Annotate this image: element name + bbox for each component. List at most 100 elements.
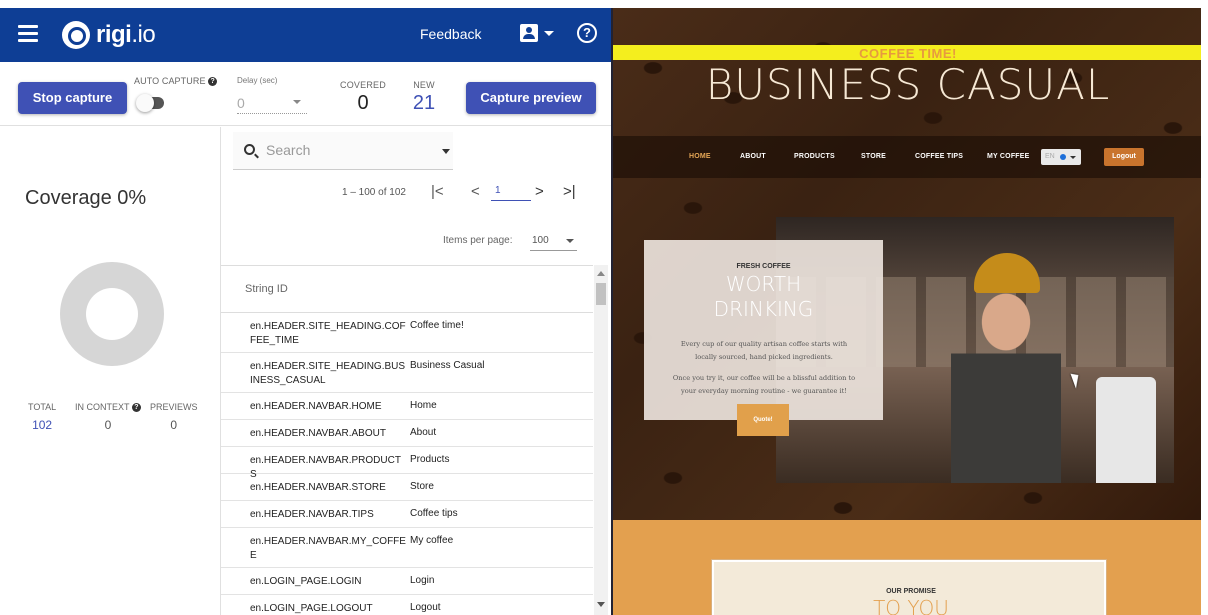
- account-menu[interactable]: [520, 24, 554, 42]
- string-id: en.HEADER.SITE_HEADING.COFFEE_TIME: [250, 321, 406, 346]
- photo-cup: [1096, 377, 1156, 483]
- promise-section: OUR PROMISE TO YOU: [613, 520, 1201, 615]
- delay-select[interactable]: 0: [237, 92, 307, 114]
- website-preview: COFFEE TIME! BUSINESS CASUAL HOME ABOUT …: [611, 8, 1201, 615]
- promo-paragraph-2: Once you try it, our coffee will be a bl…: [672, 374, 856, 395]
- language-select[interactable]: EN: [1041, 149, 1081, 165]
- string-value: Home: [410, 400, 437, 411]
- hamburger-menu-icon[interactable]: [18, 25, 38, 45]
- new-value: 21: [412, 92, 436, 114]
- table-row[interactable]: en.LOGIN_PAGE.LOGIN Login: [221, 568, 593, 595]
- logo-tld: .io: [131, 21, 156, 48]
- delay-value: 0: [237, 95, 245, 111]
- table-row[interactable]: en.HEADER.SITE_HEADING.BUSINESS_CASUAL Bu…: [221, 353, 593, 393]
- caret-down-icon: [566, 239, 574, 243]
- capture-toolbar: Stop capture AUTO CAPTURE ? Delay (sec) …: [0, 62, 611, 126]
- table-row[interactable]: en.HEADER.NAVBAR.STORE Store: [221, 474, 593, 501]
- search-icon: [244, 144, 255, 155]
- next-page-icon[interactable]: >: [535, 183, 544, 200]
- promo-paragraph-1: Every cup of our quality artisan coffee …: [680, 340, 848, 361]
- rigi-logo-icon: [62, 21, 90, 49]
- table-row[interactable]: en.HEADER.NAVBAR.PRODUCTS Products: [221, 447, 593, 480]
- string-id: en.LOGIN_PAGE.LOGOUT: [250, 603, 373, 614]
- logo-text: rigi: [96, 21, 132, 48]
- table-header: String ID: [221, 265, 593, 313]
- first-page-icon[interactable]: |<: [431, 183, 444, 200]
- flag-icon: [1060, 154, 1066, 160]
- auto-capture-toggle[interactable]: [136, 94, 164, 112]
- string-value: Products: [410, 454, 450, 465]
- nav-store[interactable]: STORE: [861, 153, 886, 160]
- covered-label: COVERED: [340, 80, 386, 90]
- table-row[interactable]: en.HEADER.NAVBAR.TIPS Coffee tips: [221, 501, 593, 528]
- string-id: en.HEADER.NAVBAR.HOME: [250, 401, 382, 412]
- strings-panel: 1 – 100 of 102 |< < 1 > >| Items per pag…: [221, 127, 611, 615]
- scroll-down-icon[interactable]: [597, 602, 605, 607]
- string-value: Login: [410, 575, 435, 586]
- nav-home[interactable]: HOME: [689, 153, 711, 160]
- promo-title: WORTH DRINKING: [644, 272, 883, 322]
- in-context-label: IN CONTEXT ?: [75, 402, 141, 413]
- strings-table: String ID en.HEADER.SITE_HEADING.COFFEE_…: [221, 265, 593, 615]
- new-stat: NEW 21: [410, 80, 438, 115]
- nav-about[interactable]: ABOUT: [740, 153, 766, 160]
- table-row[interactable]: en.HEADER.NAVBAR.MY_COFFEE My coffee: [221, 528, 593, 568]
- string-value: Coffee tips: [410, 508, 458, 519]
- logout-button[interactable]: Logout: [1104, 148, 1144, 166]
- rigi-logo: rigi.io: [62, 20, 156, 50]
- capture-preview-button[interactable]: Capture preview: [466, 82, 596, 114]
- previews-label: PREVIEWS: [150, 402, 198, 412]
- covered-stat: COVERED 0: [340, 80, 386, 115]
- feedback-link[interactable]: Feedback: [420, 26, 481, 42]
- caret-down-icon: [544, 30, 554, 36]
- previews-stat: PREVIEWS 0: [150, 402, 198, 432]
- string-value: My coffee: [410, 535, 454, 546]
- items-per-page-value: 100: [532, 235, 549, 246]
- auto-capture-text: AUTO CAPTURE: [134, 76, 206, 86]
- account-box-icon: [520, 24, 538, 42]
- string-value: Logout: [410, 602, 441, 613]
- help-icon[interactable]: ?: [131, 403, 141, 413]
- caret-down-icon: [293, 100, 301, 104]
- page-number-input[interactable]: 1: [491, 185, 531, 201]
- string-id: en.HEADER.NAVBAR.MY_COFFEE: [250, 536, 406, 561]
- new-label: NEW: [413, 80, 435, 90]
- promo-title-line-1: WORTH: [725, 272, 802, 296]
- in-context-stat: IN CONTEXT ? 0: [75, 402, 141, 432]
- string-id: en.HEADER.NAVBAR.PRODUCTS: [250, 455, 401, 480]
- in-context-text: IN CONTEXT: [75, 402, 130, 412]
- coffee-time-heading: COFFEE TIME!: [859, 46, 957, 61]
- search-box[interactable]: [233, 132, 453, 170]
- scroll-thumb[interactable]: [596, 283, 606, 305]
- app-header: rigi.io Feedback ?: [0, 8, 611, 62]
- scroll-up-icon[interactable]: [597, 271, 605, 276]
- table-row[interactable]: en.LOGIN_PAGE.LOGOUT Logout: [221, 595, 593, 615]
- coverage-panel: Coverage 0% TOTAL 102 IN CONTEXT ? 0 PRE…: [0, 127, 221, 615]
- items-per-page-select[interactable]: 100: [530, 231, 577, 251]
- promise-eyebrow: OUR PROMISE: [886, 588, 936, 595]
- photo-hat: [974, 253, 1040, 293]
- nav-my-coffee[interactable]: MY COFFEE: [987, 153, 1030, 160]
- help-icon[interactable]: ?: [577, 23, 597, 43]
- table-scrollbar[interactable]: [594, 265, 608, 615]
- coverage-donut-chart: [60, 262, 164, 366]
- delay-label: Delay (sec): [237, 76, 278, 85]
- total-stat: TOTAL 102: [28, 402, 56, 432]
- last-page-icon[interactable]: >|: [563, 183, 576, 200]
- caret-down-icon[interactable]: [442, 149, 450, 154]
- string-value: Store: [410, 481, 434, 492]
- help-icon[interactable]: ?: [208, 77, 218, 87]
- previous-page-icon[interactable]: <: [471, 183, 480, 200]
- site-navbar: HOME ABOUT PRODUCTS STORE COFFEE TIPS MY…: [613, 136, 1201, 178]
- quote-button[interactable]: Quote!: [737, 404, 789, 436]
- items-per-page-label: Items per page:: [443, 235, 513, 246]
- in-context-value: 0: [104, 418, 112, 433]
- nav-products[interactable]: PRODUCTS: [794, 153, 835, 160]
- stop-capture-button[interactable]: Stop capture: [18, 82, 127, 114]
- table-row[interactable]: en.HEADER.SITE_HEADING.COFFEE_TIME Coffee…: [221, 313, 593, 353]
- coverage-title: Coverage 0%: [25, 187, 147, 209]
- nav-coffee-tips[interactable]: COFFEE TIPS: [915, 153, 963, 160]
- table-row[interactable]: en.HEADER.NAVBAR.ABOUT About: [221, 420, 593, 447]
- table-row[interactable]: en.HEADER.NAVBAR.HOME Home: [221, 393, 593, 420]
- search-input[interactable]: [266, 142, 426, 158]
